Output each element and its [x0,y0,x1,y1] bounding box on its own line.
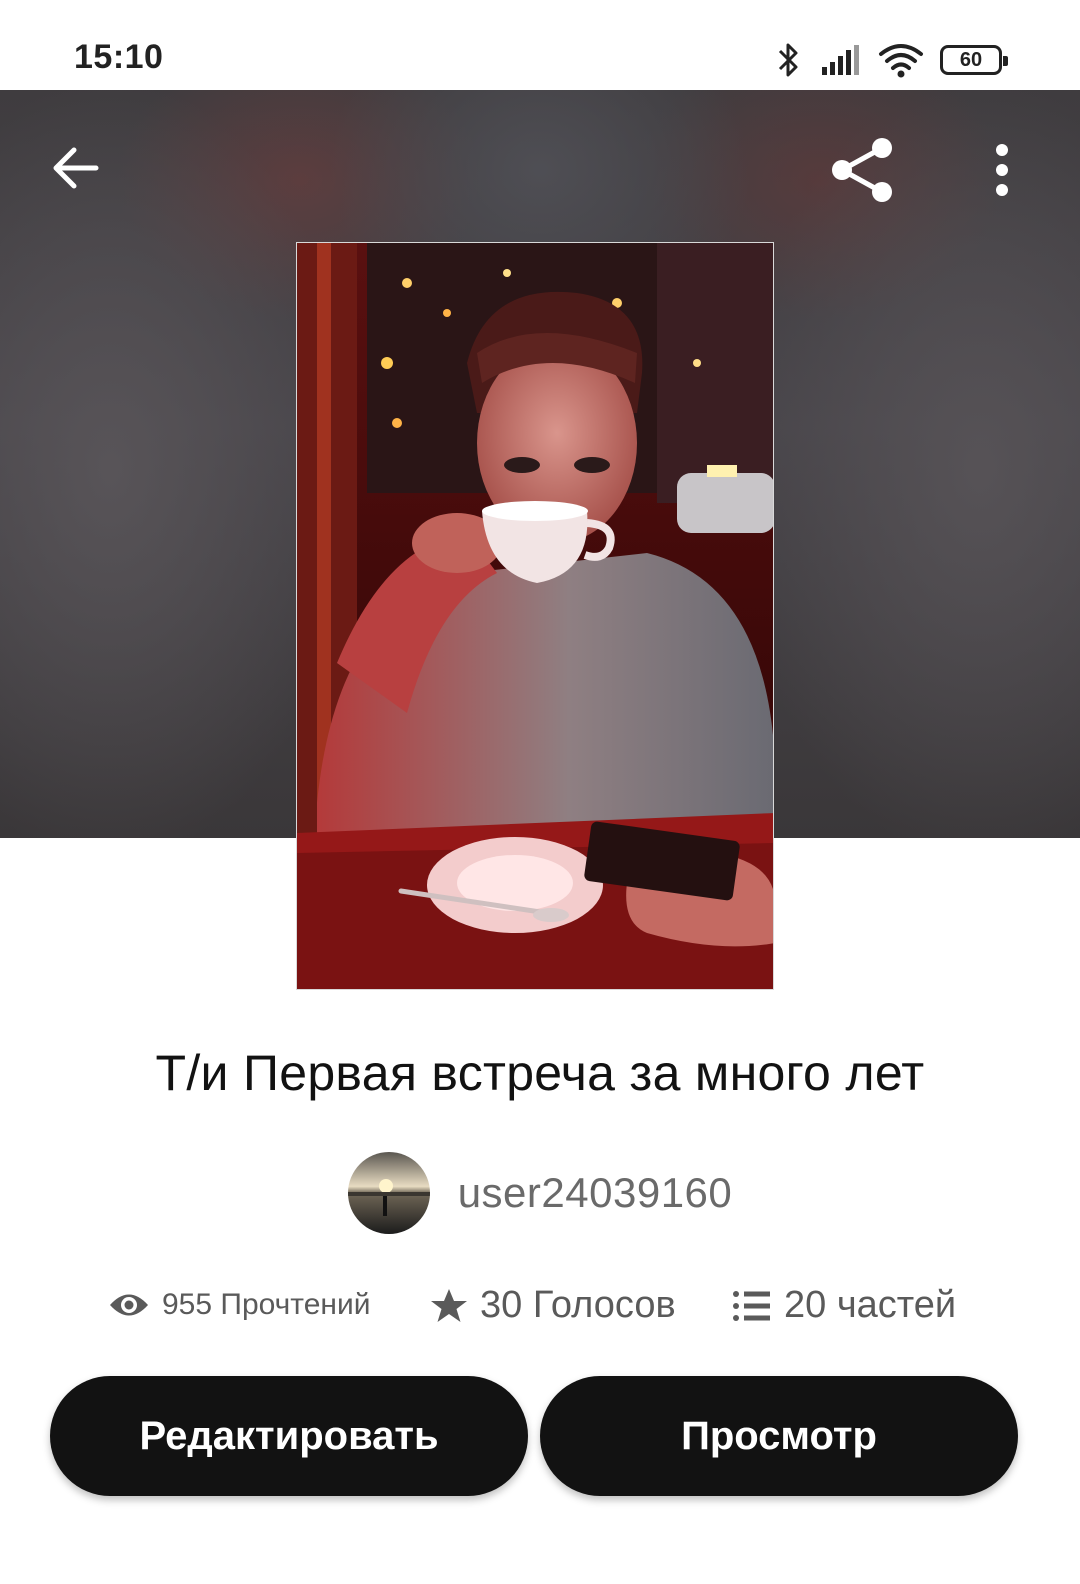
reads-count: 955 Прочтений [162,1288,371,1321]
status-time: 15:10 [74,38,164,76]
more-options-button[interactable] [972,130,1032,210]
view-button[interactable]: Просмотр [540,1376,1018,1496]
votes-stat: 30 Голосов [430,1284,676,1327]
reads-stat: 955 Прочтений [108,1288,370,1322]
story-title: Т/и Первая встреча за много лет [155,1045,925,1101]
parts-stat[interactable]: 20 частей [732,1284,956,1327]
author-row[interactable]: user24039160 [0,1152,1080,1234]
author-name[interactable]: user24039160 [458,1169,733,1217]
battery-icon: 60 [940,45,1008,75]
share-icon [832,138,892,202]
status-bar: 15:10 60 [0,0,1080,90]
avatar[interactable] [347,1152,430,1234]
star-icon [431,1288,467,1322]
back-button[interactable] [40,132,112,204]
more-vertical-icon [996,144,1008,196]
wifi-icon [879,44,923,78]
share-button[interactable] [822,130,902,210]
story-stats: 955 Прочтений 30 Голосов 20 частей [0,1284,1080,1338]
bluetooth-icon [778,43,798,77]
votes-count: 30 Голосов [480,1284,676,1326]
list-icon [733,1290,770,1321]
status-icons: 60 [774,38,1008,82]
signal-icon [822,45,859,75]
edit-button[interactable]: Редактировать [50,1376,528,1496]
battery-level: 60 [959,48,983,71]
eye-icon [110,1294,148,1316]
parts-count: 20 частей [784,1284,957,1326]
story-cover-image[interactable] [296,242,774,990]
arrow-left-icon [53,147,99,189]
